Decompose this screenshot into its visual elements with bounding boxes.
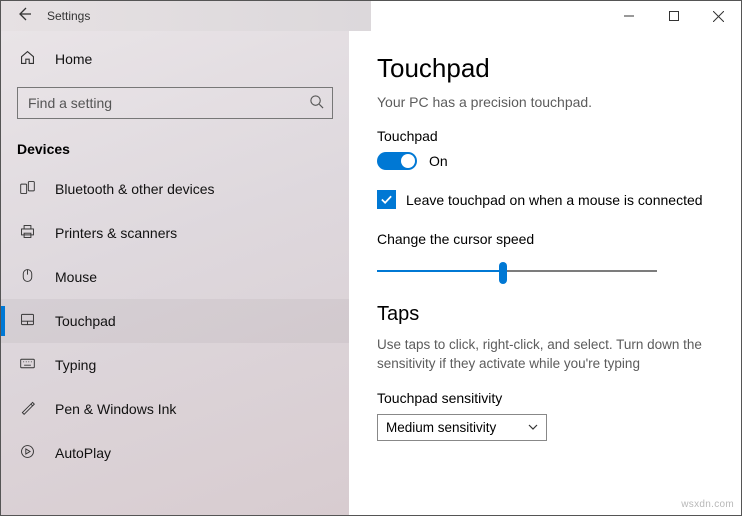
toggle-state-label: On	[429, 153, 448, 169]
checkbox-label: Leave touchpad on when a mouse is connec…	[406, 192, 703, 208]
leave-on-checkbox[interactable]	[377, 190, 396, 209]
sidebar-item-pen[interactable]: Pen & Windows Ink	[1, 387, 349, 431]
sidebar-item-bluetooth[interactable]: Bluetooth & other devices	[1, 167, 349, 211]
taps-heading: Taps	[377, 303, 721, 326]
content-pane: Touchpad Your PC has a precision touchpa…	[349, 31, 741, 515]
home-label: Home	[55, 51, 92, 67]
back-button[interactable]	[1, 6, 47, 27]
sidebar-item-touchpad[interactable]: Touchpad	[1, 299, 349, 343]
bluetooth-icon	[17, 179, 37, 200]
cursor-speed-slider[interactable]	[377, 259, 657, 283]
page-title: Touchpad	[377, 53, 721, 84]
pen-icon	[17, 399, 37, 420]
cursor-speed-label: Change the cursor speed	[377, 231, 721, 247]
sensitivity-dropdown[interactable]: Medium sensitivity	[377, 414, 547, 441]
sidebar-item-typing[interactable]: Typing	[1, 343, 349, 387]
keyboard-icon	[17, 355, 37, 376]
chevron-down-icon	[528, 421, 538, 433]
sidebar-item-label: Touchpad	[55, 313, 116, 329]
minimize-button[interactable]	[606, 1, 651, 31]
sidebar-item-label: Bluetooth & other devices	[55, 181, 215, 197]
printer-icon	[17, 223, 37, 244]
sidebar-item-autoplay[interactable]: AutoPlay	[1, 431, 349, 475]
touchpad-toggle[interactable]	[377, 152, 417, 170]
dropdown-value: Medium sensitivity	[386, 420, 496, 435]
autoplay-icon	[17, 443, 37, 464]
sidebar-item-printers[interactable]: Printers & scanners	[1, 211, 349, 255]
sensitivity-label: Touchpad sensitivity	[377, 390, 721, 406]
search-field[interactable]	[26, 94, 309, 112]
sidebar: Home Devices Bluetooth & other devices	[1, 31, 349, 515]
sidebar-item-label: Pen & Windows Ink	[55, 401, 176, 417]
sidebar-item-label: AutoPlay	[55, 445, 111, 461]
sidebar-item-label: Mouse	[55, 269, 97, 285]
touchpad-icon	[17, 311, 37, 332]
search-input[interactable]	[17, 87, 333, 119]
close-button[interactable]	[696, 1, 741, 31]
mouse-icon	[17, 267, 37, 288]
search-icon	[309, 94, 324, 112]
slider-thumb[interactable]	[499, 262, 507, 284]
toggle-group-label: Touchpad	[377, 128, 721, 144]
sidebar-item-mouse[interactable]: Mouse	[1, 255, 349, 299]
sidebar-item-label: Printers & scanners	[55, 225, 177, 241]
sidebar-section-heading: Devices	[1, 123, 349, 167]
taps-description: Use taps to click, right-click, and sele…	[377, 336, 721, 374]
watermark: wsxdn.com	[681, 499, 734, 510]
sidebar-item-home[interactable]: Home	[1, 39, 349, 79]
slider-fill	[377, 270, 503, 272]
page-subtitle: Your PC has a precision touchpad.	[377, 94, 721, 110]
sidebar-item-label: Typing	[55, 357, 96, 373]
maximize-button[interactable]	[651, 1, 696, 31]
window-title: Settings	[47, 9, 90, 23]
home-icon	[17, 49, 37, 69]
